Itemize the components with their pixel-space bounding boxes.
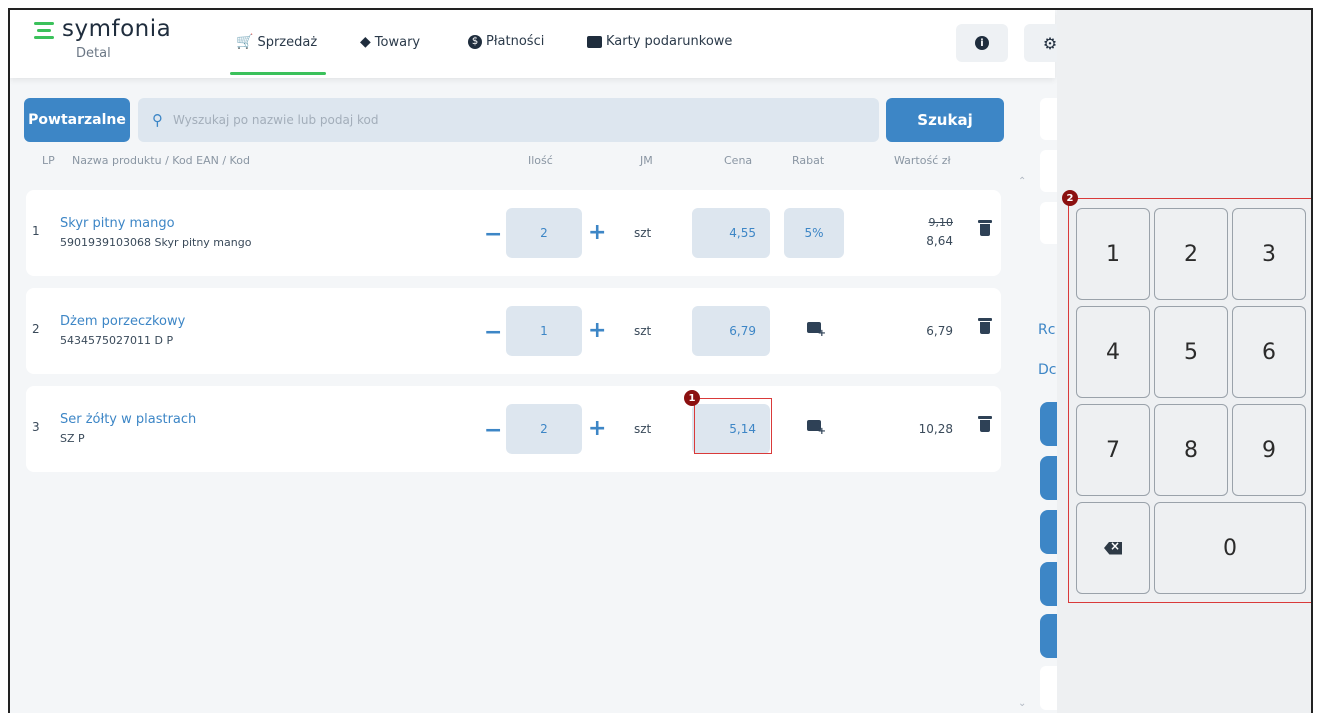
unit: szt xyxy=(634,324,652,338)
cart-icon: 🛒 xyxy=(236,34,254,50)
tab-label: Towary xyxy=(374,34,421,50)
qty-field[interactable]: 2 xyxy=(506,404,582,454)
info-icon: i xyxy=(975,36,989,50)
row-value: 10,28 xyxy=(918,422,953,436)
gear-icon: ⚙ xyxy=(1042,33,1058,53)
tag-icon: ◆ xyxy=(360,34,371,50)
side-label: Dc xyxy=(1038,362,1057,378)
decrease-qty-button[interactable]: − xyxy=(484,418,502,443)
unit: szt xyxy=(634,226,652,240)
row-lp: 3 xyxy=(32,420,40,434)
unit: szt xyxy=(634,422,652,436)
discount-field[interactable]: 5% xyxy=(784,208,844,258)
decrease-qty-button[interactable]: − xyxy=(484,222,502,247)
tab-label: Karty podarunkowe xyxy=(606,34,733,49)
price-highlight-box xyxy=(694,398,772,454)
table-row: 2 Dżem porzeczkowy 5434575027011 D P − 1… xyxy=(26,288,1001,374)
tab-karty-podarunkowe[interactable]: Karty podarunkowe xyxy=(587,34,732,49)
col-qty: Ilość xyxy=(528,154,553,167)
app-window: symfonia Detal 🛒 Sprzedaż ◆ Towary $ Pła… xyxy=(8,8,1313,713)
step-marker-1: 1 xyxy=(684,390,700,406)
col-value: Wartość zł xyxy=(894,154,951,167)
logo-icon xyxy=(34,22,54,42)
scroll-up-icon[interactable]: ⌃ xyxy=(1018,176,1026,187)
tab-platnosci[interactable]: $ Płatności xyxy=(468,34,544,49)
top-bar: symfonia Detal 🛒 Sprzedaż ◆ Towary $ Pła… xyxy=(10,10,1076,78)
key-8[interactable]: 8 xyxy=(1154,404,1228,496)
increase-qty-button[interactable]: + xyxy=(588,318,606,343)
key-0[interactable]: 0 xyxy=(1154,502,1306,594)
increase-qty-button[interactable]: + xyxy=(588,416,606,441)
tab-towary[interactable]: ◆ Towary xyxy=(360,34,420,50)
tab-label: Sprzedaż xyxy=(257,34,318,50)
search-input[interactable] xyxy=(173,113,773,127)
col-price: Cena xyxy=(724,154,753,167)
key-6[interactable]: 6 xyxy=(1232,306,1306,398)
scroll-down-icon[interactable]: ⌄ xyxy=(1018,698,1026,709)
key-4[interactable]: 4 xyxy=(1076,306,1150,398)
add-discount-icon[interactable] xyxy=(807,420,826,437)
side-label: Rc xyxy=(1038,322,1056,338)
tab-sprzedaz[interactable]: 🛒 Sprzedaż xyxy=(236,34,317,50)
product-name[interactable]: Dżem porzeczkowy xyxy=(60,314,185,329)
tab-label: Płatności xyxy=(486,34,545,49)
price-field[interactable]: 6,79 xyxy=(692,306,770,356)
col-lp: LP xyxy=(42,154,55,167)
key-1[interactable]: 1 xyxy=(1076,208,1150,300)
search-button[interactable]: Szukaj xyxy=(886,98,1004,142)
active-tab-indicator xyxy=(230,72,326,75)
gift-card-icon xyxy=(587,35,602,48)
trash-icon[interactable] xyxy=(978,220,992,236)
backspace-icon xyxy=(1104,541,1122,555)
row-value: 6,79 xyxy=(926,324,953,338)
col-discount: Rabat xyxy=(792,154,825,167)
value-before-discount: 9,10 xyxy=(928,216,954,229)
backspace-key[interactable] xyxy=(1076,502,1150,594)
increase-qty-button[interactable]: + xyxy=(588,220,606,245)
row-lp: 2 xyxy=(32,322,40,336)
logo-subtitle: Detal xyxy=(76,46,111,61)
trash-icon[interactable] xyxy=(978,318,992,334)
key-9[interactable]: 9 xyxy=(1232,404,1306,496)
product-code: 5901939103068 Skyr pitny mango xyxy=(60,236,252,249)
search-bar: ⚲ xyxy=(138,98,879,142)
info-button[interactable]: i xyxy=(956,24,1008,62)
dollar-circle-icon: $ xyxy=(468,34,482,49)
table-row: 3 Ser żółty w plastrach SZ P − 2 + szt 5… xyxy=(26,386,1001,472)
key-2[interactable]: 2 xyxy=(1154,208,1228,300)
recurring-button[interactable]: Powtarzalne xyxy=(24,98,130,142)
col-name: Nazwa produktu / Kod EAN / Kod xyxy=(72,154,250,167)
qty-field[interactable]: 2 xyxy=(506,208,582,258)
trash-icon[interactable] xyxy=(978,416,992,432)
key-7[interactable]: 7 xyxy=(1076,404,1150,496)
add-discount-icon[interactable] xyxy=(807,322,826,339)
key-3[interactable]: 3 xyxy=(1232,208,1306,300)
step-marker-2: 2 xyxy=(1062,190,1078,206)
key-5[interactable]: 5 xyxy=(1154,306,1228,398)
table-row: 1 Skyr pitny mango 5901939103068 Skyr pi… xyxy=(26,190,1001,276)
row-lp: 1 xyxy=(32,224,40,238)
row-value: 8,64 xyxy=(926,234,953,248)
product-name[interactable]: Skyr pitny mango xyxy=(60,216,175,231)
product-code: SZ P xyxy=(60,432,85,445)
product-code: 5434575027011 D P xyxy=(60,334,174,347)
product-name[interactable]: Ser żółty w plastrach xyxy=(60,412,196,427)
search-icon: ⚲ xyxy=(152,111,163,129)
logo-text: symfonia xyxy=(62,16,172,42)
col-unit: JM xyxy=(640,154,653,167)
qty-field[interactable]: 1 xyxy=(506,306,582,356)
price-field[interactable]: 4,55 xyxy=(692,208,770,258)
decrease-qty-button[interactable]: − xyxy=(484,320,502,345)
